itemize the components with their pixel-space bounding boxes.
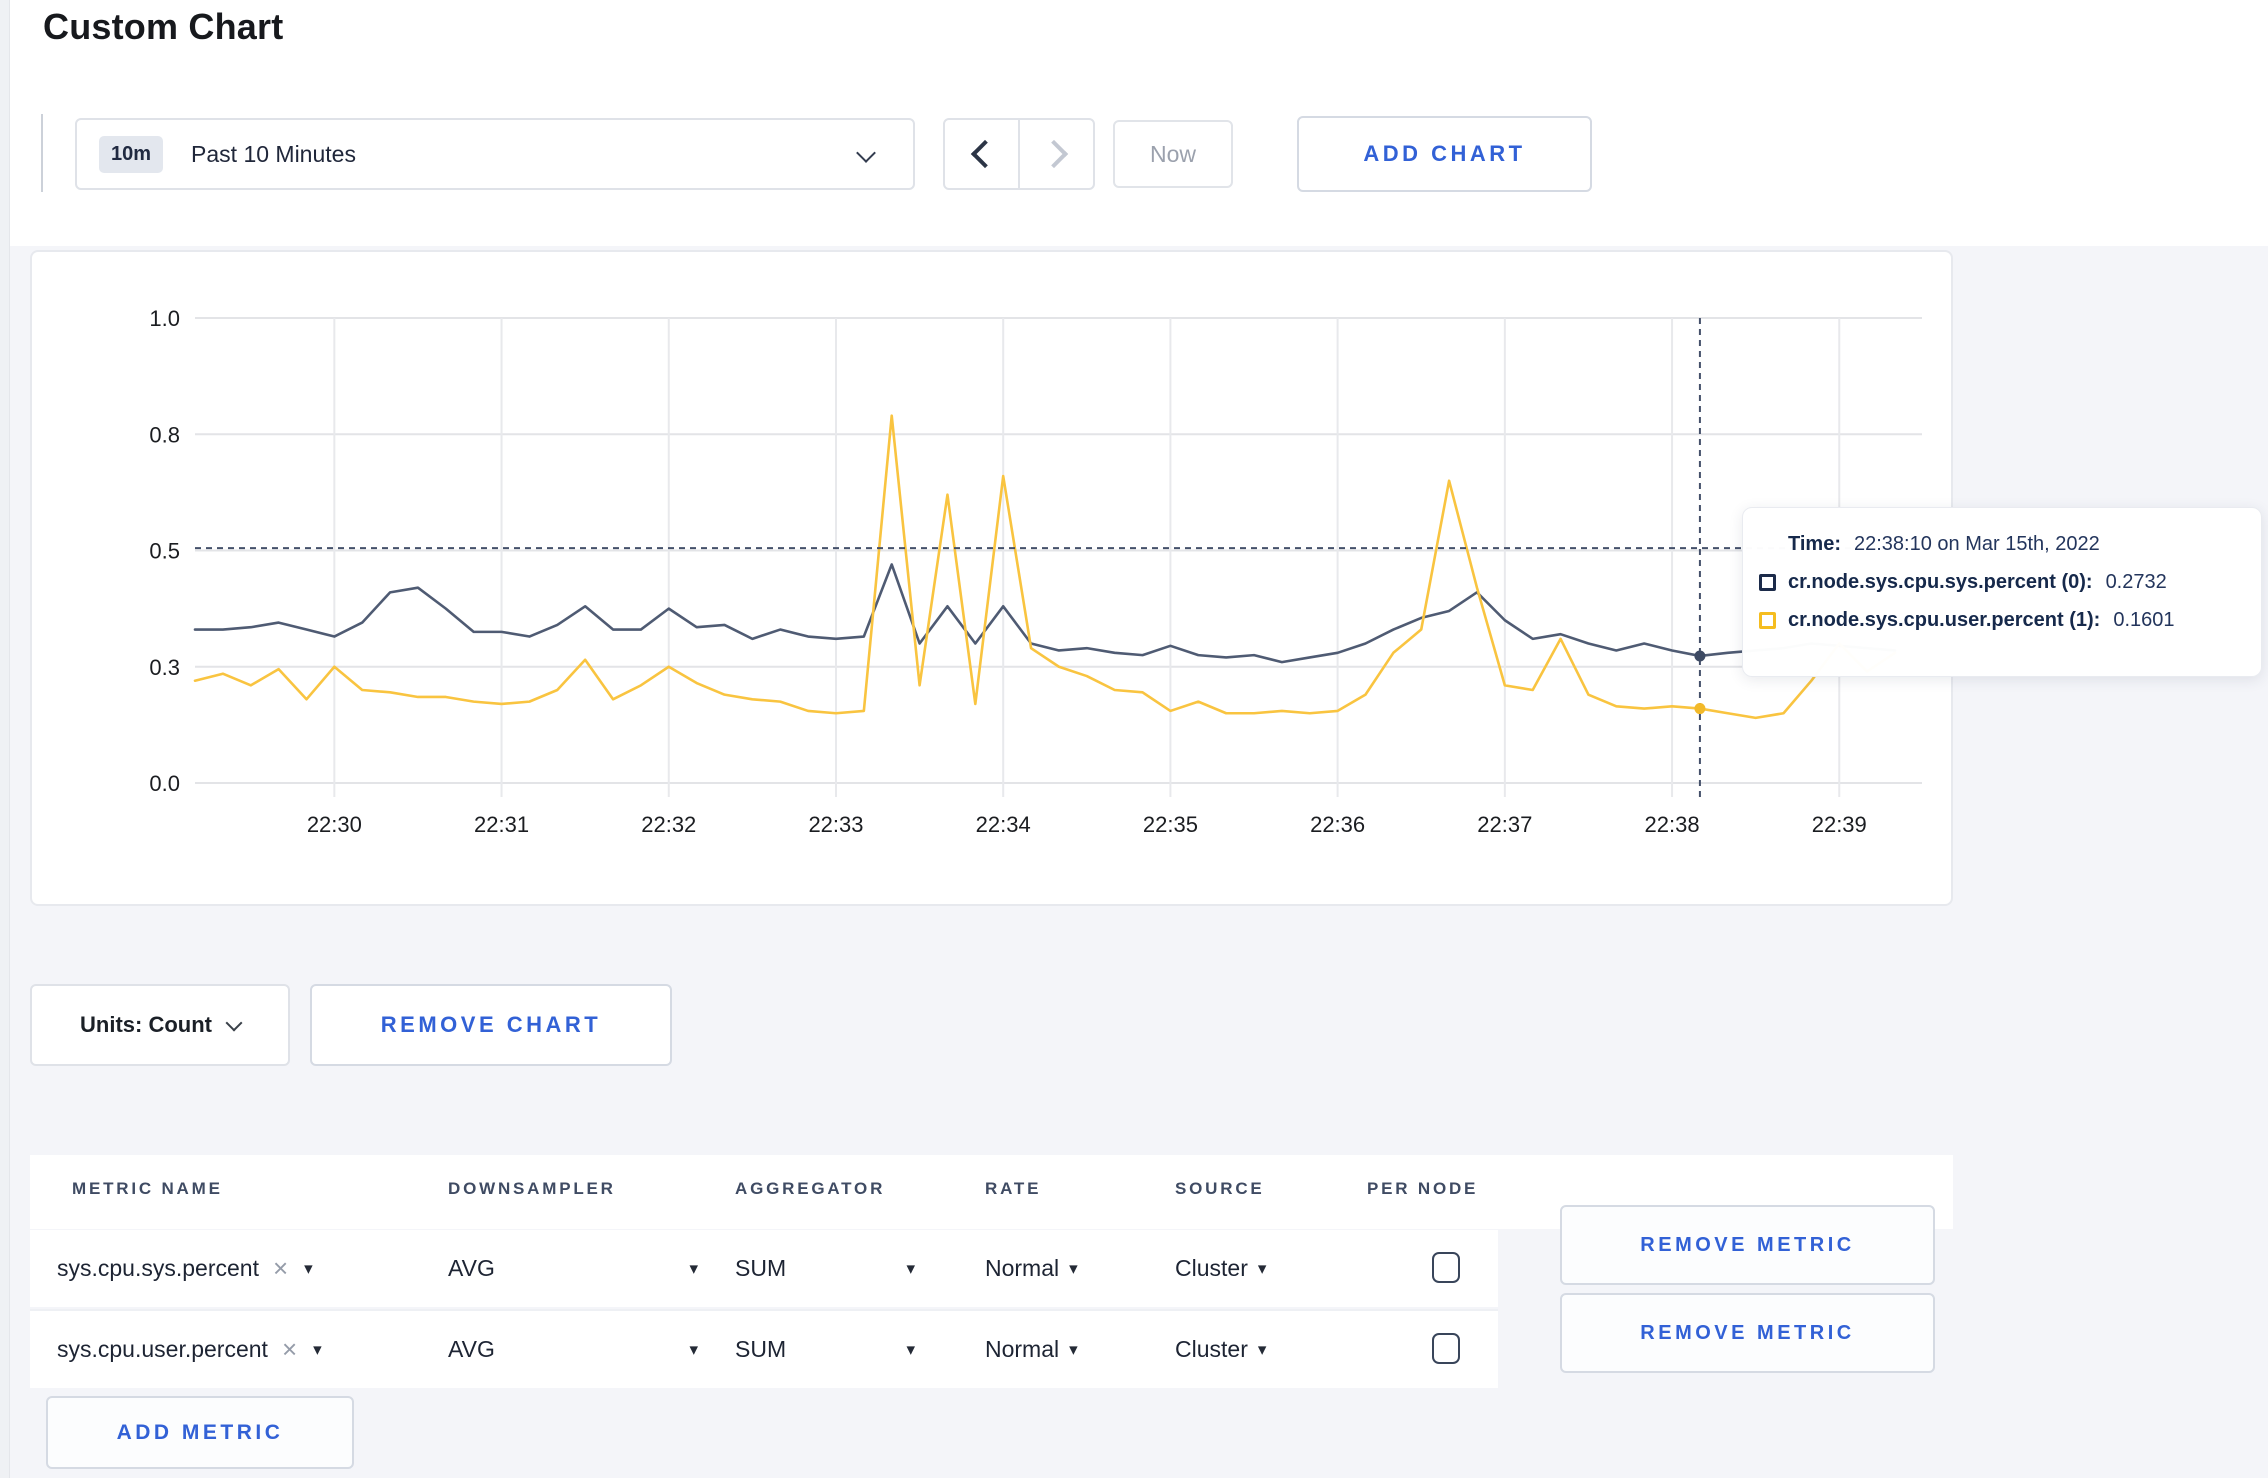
svg-text:0.8: 0.8 — [149, 422, 180, 447]
tooltip-series-row: cr.node.sys.cpu.sys.percent (0): 0.2732 — [1759, 571, 2243, 594]
tooltip-user-label: cr.node.sys.cpu.user.percent (1): — [1788, 609, 2101, 631]
svg-text:0.5: 0.5 — [149, 539, 180, 564]
aggregator-select[interactable]: SUM ▾ — [735, 1230, 915, 1307]
tooltip-time-label: Time: — [1788, 533, 1841, 555]
caret-down-icon: ▾ — [1069, 1339, 1078, 1359]
header-aggregator: AGGREGATOR — [735, 1179, 886, 1198]
add-chart-button[interactable]: ADD CHART — [1297, 116, 1592, 192]
remove-metric-button[interactable]: REMOVE METRIC — [1560, 1205, 1935, 1285]
svg-text:22:31: 22:31 — [474, 812, 529, 837]
header-rate: RATE — [985, 1179, 1042, 1198]
metric-name-select[interactable]: sys.cpu.user.percent × ▾ — [57, 1311, 322, 1388]
header-source: SOURCE — [1175, 1179, 1265, 1198]
source-select[interactable]: Cluster ▾ — [1175, 1230, 1266, 1307]
svg-text:22:38: 22:38 — [1645, 812, 1700, 837]
aggregator-select[interactable]: SUM ▾ — [735, 1311, 915, 1388]
svg-text:22:33: 22:33 — [808, 812, 863, 837]
clear-metric-icon[interactable]: × — [282, 1334, 297, 1365]
time-next-button[interactable] — [1019, 118, 1095, 190]
svg-text:22:36: 22:36 — [1310, 812, 1365, 837]
header-per-node: PER NODE — [1367, 1179, 1479, 1198]
downsampler-select[interactable]: AVG ▾ — [448, 1230, 698, 1307]
svg-text:0.0: 0.0 — [149, 771, 180, 796]
caret-down-icon: ▾ — [304, 1258, 313, 1278]
svg-text:22:32: 22:32 — [641, 812, 696, 837]
caret-down-icon: ▾ — [313, 1339, 322, 1359]
per-node-checkbox[interactable] — [1432, 1252, 1460, 1283]
tooltip-user-value: 0.1601 — [2113, 609, 2175, 631]
source-select[interactable]: Cluster ▾ — [1175, 1311, 1266, 1388]
remove-chart-button[interactable]: REMOVE CHART — [310, 984, 672, 1066]
remove-metric-button[interactable]: REMOVE METRIC — [1560, 1293, 1935, 1373]
time-range-dropdown[interactable]: 10m Past 10 Minutes — [75, 118, 915, 190]
chevron-down-icon — [225, 1014, 243, 1032]
rate-select[interactable]: Normal ▾ — [985, 1311, 1078, 1388]
svg-text:22:35: 22:35 — [1143, 812, 1198, 837]
tooltip-series-row: cr.node.sys.cpu.user.percent (1): 0.1601 — [1759, 609, 2243, 632]
page-title: Custom Chart — [43, 6, 284, 47]
tooltip-time-value: 22:38:10 on Mar 15th, 2022 — [1853, 533, 2100, 555]
chevron-down-icon — [856, 143, 876, 163]
metric-row: sys.cpu.sys.percent × ▾ AVG ▾ SUM ▾ Norm… — [30, 1230, 1498, 1307]
chevron-left-icon — [970, 139, 999, 169]
header-downsampler: DOWNSAMPLER — [448, 1179, 616, 1198]
time-range-label: Past 10 Minutes — [191, 140, 356, 167]
svg-text:22:34: 22:34 — [976, 812, 1031, 837]
chart-card: 22:30 22:31 22:32 22:33 22:34 22:35 22:36 22:37… — [30, 250, 1953, 906]
time-prev-button[interactable] — [943, 118, 1019, 190]
tooltip-sys-value: 0.2732 — [2105, 571, 2167, 593]
chart-plot[interactable]: 22:30 22:31 22:32 22:33 22:34 22:35 22:36 22:37… — [32, 252, 1955, 908]
caret-down-icon: ▾ — [1257, 1339, 1267, 1359]
chart-tooltip: Time: 22:38:10 on Mar 15th, 2022 cr.node… — [1742, 507, 2262, 677]
time-range-badge: 10m — [99, 135, 164, 173]
header-metric-name: METRIC NAME — [72, 1179, 223, 1198]
svg-text:22:39: 22:39 — [1812, 812, 1867, 837]
toolbar-divider — [41, 114, 43, 192]
caret-down-icon: ▾ — [689, 1339, 698, 1359]
svg-text:22:30: 22:30 — [307, 812, 362, 837]
sys-series-swatch-icon — [1759, 574, 1776, 591]
tooltip-sys-label: cr.node.sys.cpu.sys.percent (0): — [1788, 571, 2093, 593]
units-dropdown[interactable]: Units: Count — [30, 984, 290, 1066]
time-pager — [943, 118, 1095, 190]
clear-metric-icon[interactable]: × — [273, 1253, 288, 1284]
rate-select[interactable]: Normal ▾ — [985, 1230, 1078, 1307]
caret-down-icon: ▾ — [906, 1339, 915, 1359]
caret-down-icon: ▾ — [1257, 1258, 1267, 1278]
user-series-swatch-icon — [1759, 612, 1776, 629]
chevron-right-icon — [1039, 139, 1068, 169]
downsampler-select[interactable]: AVG ▾ — [448, 1311, 698, 1388]
left-edge-strip — [0, 0, 10, 1478]
metric-name-select[interactable]: sys.cpu.sys.percent × ▾ — [57, 1230, 313, 1307]
custom-chart-page: Custom Chart 10m Past 10 Minutes Now ADD… — [0, 0, 2268, 1478]
now-button[interactable]: Now — [1113, 120, 1233, 188]
tooltip-time-row: Time: 22:38:10 on Mar 15th, 2022 — [1759, 533, 2243, 556]
caret-down-icon: ▾ — [906, 1258, 915, 1278]
per-node-checkbox[interactable] — [1432, 1333, 1460, 1364]
add-metric-button[interactable]: ADD METRIC — [46, 1396, 354, 1469]
svg-text:0.3: 0.3 — [149, 655, 180, 680]
caret-down-icon: ▾ — [1069, 1258, 1078, 1278]
metric-row: sys.cpu.user.percent × ▾ AVG ▾ SUM ▾ Nor… — [30, 1309, 1498, 1388]
svg-text:1.0: 1.0 — [149, 306, 180, 331]
svg-text:22:37: 22:37 — [1477, 812, 1532, 837]
caret-down-icon: ▾ — [689, 1258, 698, 1278]
units-label: Units: Count — [80, 1012, 212, 1037]
